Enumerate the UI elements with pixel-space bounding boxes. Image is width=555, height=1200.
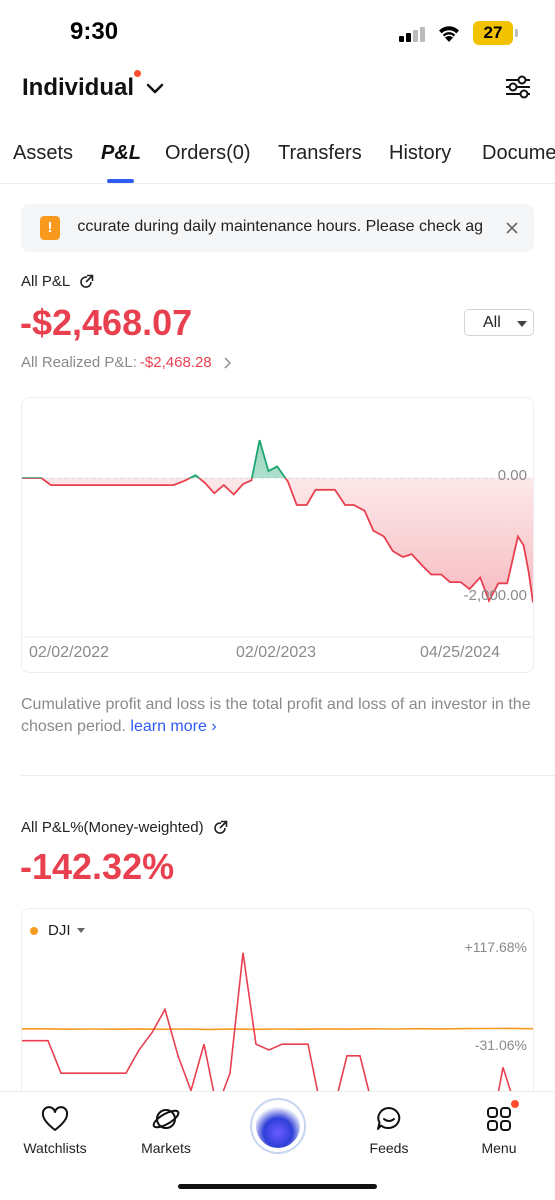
caret-down-icon — [517, 321, 527, 327]
nav-watchlists[interactable]: Watchlists — [10, 1104, 100, 1156]
chevron-right-icon — [224, 356, 231, 369]
notification-dot — [511, 1100, 519, 1108]
pnl-chart-svg: 0.00 -2,000.00 — [22, 439, 533, 638]
home-indicator — [178, 1184, 377, 1189]
account-name: Individual — [22, 74, 135, 101]
status-bar: 9:30 27 — [0, 0, 555, 64]
learn-more-link[interactable]: learn more › — [130, 718, 216, 735]
pnl-chart[interactable]: 0.00 -2,000.00 — [21, 397, 534, 673]
battery-indicator: 27 — [473, 21, 518, 45]
x-tick-label: 04/25/2024 — [420, 644, 501, 661]
brand-logo-icon — [256, 1104, 300, 1148]
nav-label: Watchlists — [23, 1140, 87, 1156]
tab-pnl[interactable]: P&L — [101, 142, 141, 165]
benchmark-name: DJI — [48, 922, 71, 939]
caret-down-icon — [76, 928, 85, 933]
account-tabs: Assets P&L Orders(0) Transfers History D… — [0, 136, 555, 184]
maintenance-notice: ! ccurate during daily maintenance hours… — [21, 204, 534, 252]
pnl-negative-area — [41, 478, 533, 603]
tab-orders[interactable]: Orders(0) — [165, 142, 251, 165]
heart-icon — [41, 1106, 69, 1131]
range-select-value: All — [483, 314, 501, 331]
realized-pnl-label: All Realized P&L: — [21, 354, 137, 371]
notification-dot — [134, 70, 141, 77]
nav-label: Feeds — [369, 1140, 409, 1156]
active-tab-indicator — [107, 179, 134, 183]
pnl-percent-label-row: All P&L%(Money-weighted) — [21, 819, 228, 836]
range-select[interactable]: All — [464, 309, 534, 336]
tab-transfers[interactable]: Transfers — [278, 142, 362, 165]
wifi-icon — [439, 26, 459, 42]
benchmark-line — [22, 1027, 533, 1031]
realized-pnl-value: -$2,468.28 — [139, 354, 212, 371]
notice-text: ccurate during daily maintenance hours. … — [77, 218, 483, 235]
share-icon[interactable] — [78, 274, 94, 290]
realized-pnl-row[interactable]: All Realized P&L: -$2,468.28 — [21, 354, 232, 371]
status-time: 9:30 — [70, 18, 119, 45]
share-icon[interactable] — [212, 820, 228, 836]
pnl-label-row: All P&L — [21, 273, 94, 290]
x-tick-label: 02/02/2023 — [236, 644, 317, 661]
planet-icon — [152, 1109, 180, 1129]
nav-label: Menu — [481, 1140, 517, 1156]
benchmark-legend-dot — [30, 926, 38, 935]
cellular-signal-icon — [399, 26, 429, 42]
benchmark-selector[interactable]: DJI — [30, 922, 85, 939]
y-axis-label: -2,000.00 — [464, 587, 527, 604]
chat-bubble-icon — [377, 1107, 401, 1130]
pnl-percent-label: All P&L%(Money-weighted) — [21, 819, 204, 836]
y-axis-label: +117.68% — [465, 939, 527, 955]
nav-menu[interactable]: Menu — [454, 1104, 544, 1156]
nav-label: Markets — [141, 1140, 191, 1156]
warning-icon: ! — [40, 216, 60, 240]
chevron-down-icon — [146, 83, 164, 94]
description-text: Cumulative profit and loss is the total … — [21, 696, 531, 735]
tab-documents[interactable]: Docume — [482, 142, 555, 165]
account-selector[interactable]: Individual — [22, 68, 166, 108]
x-tick-label: 02/02/2022 — [29, 644, 110, 661]
close-icon[interactable] — [504, 220, 520, 236]
center-action-button[interactable] — [250, 1098, 306, 1154]
pnl-value: -$2,468.07 — [20, 302, 193, 343]
filter-settings-icon[interactable] — [503, 72, 533, 102]
nav-markets[interactable]: Markets — [121, 1104, 211, 1156]
pnl-description: Cumulative profit and loss is the total … — [21, 694, 531, 738]
section-divider — [21, 775, 555, 776]
grid-menu-icon — [487, 1107, 511, 1131]
nav-feeds[interactable]: Feeds — [344, 1104, 434, 1156]
tab-assets[interactable]: Assets — [13, 142, 73, 165]
y-axis-label: -31.06% — [475, 1037, 527, 1053]
y-axis-label: 0.00 — [498, 467, 527, 484]
pnl-label: All P&L — [21, 273, 71, 290]
tab-history[interactable]: History — [389, 142, 451, 165]
pnl-percent-value: -142.32% — [20, 846, 175, 887]
